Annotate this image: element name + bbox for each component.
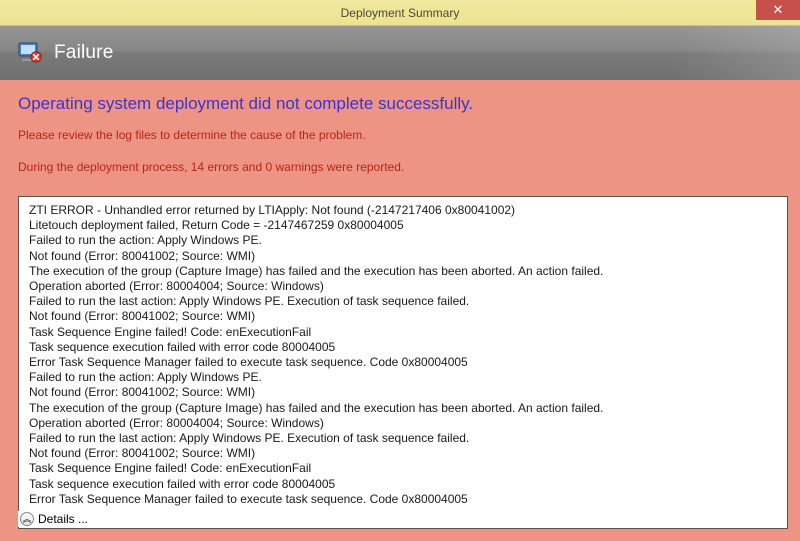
details-label: Details ... — [38, 512, 88, 526]
deployment-headline: Operating system deployment did not comp… — [18, 94, 782, 114]
log-line: Failed to run the last action: Apply Win… — [29, 294, 777, 309]
error-log-box[interactable]: ZTI ERROR - Unhandled error returned by … — [18, 196, 788, 529]
status-text: Failure — [54, 42, 113, 64]
log-line: Operation aborted (Error: 80004004; Sour… — [29, 416, 777, 431]
log-line: Not found (Error: 80041002; Source: WMI) — [29, 446, 777, 461]
status-header: Failure — [0, 26, 800, 80]
log-line: Operation aborted (Error: 80004004; Sour… — [29, 279, 777, 294]
log-line: Task sequence execution failed with erro… — [29, 477, 777, 492]
log-line: The execution of the group (Capture Imag… — [29, 264, 777, 279]
log-line: Failed to run the last action: Apply Win… — [29, 431, 777, 446]
close-icon: ✕ — [773, 2, 784, 18]
log-line: Task Sequence Engine failed! Code: enExe… — [29, 461, 777, 476]
log-line: Error Task Sequence Manager failed to ex… — [29, 355, 777, 370]
log-line: The execution of the group (Capture Imag… — [29, 401, 777, 416]
monitor-error-icon — [18, 42, 42, 64]
log-line: Litetouch deployment failed, Return Code… — [29, 218, 777, 233]
error-summary-text: During the deployment process, 14 errors… — [18, 160, 782, 174]
window-titlebar: Deployment Summary ✕ — [0, 0, 800, 26]
log-line: Not found (Error: 80041002; Source: WMI) — [29, 249, 777, 264]
details-expander-button[interactable]: ︽ Details ... — [18, 511, 92, 527]
chevron-up-double-icon: ︽ — [20, 512, 34, 526]
window-title: Deployment Summary — [341, 6, 460, 20]
log-line: Error Task Sequence Manager failed to ex… — [29, 492, 777, 507]
log-line: Failed to run the action: Apply Windows … — [29, 370, 777, 385]
log-line: Failed to run the action: Apply Windows … — [29, 233, 777, 248]
content-area: Operating system deployment did not comp… — [0, 80, 800, 198]
log-line: Not found (Error: 80041002; Source: WMI) — [29, 385, 777, 400]
close-button[interactable]: ✕ — [756, 0, 800, 20]
log-line: Task sequence execution failed with erro… — [29, 340, 777, 355]
log-line: Task Sequence Engine failed! Code: enExe… — [29, 325, 777, 340]
review-logs-text: Please review the log files to determine… — [18, 128, 782, 142]
log-line: Not found (Error: 80041002; Source: WMI) — [29, 309, 777, 324]
log-line: ZTI ERROR - Unhandled error returned by … — [29, 203, 777, 218]
